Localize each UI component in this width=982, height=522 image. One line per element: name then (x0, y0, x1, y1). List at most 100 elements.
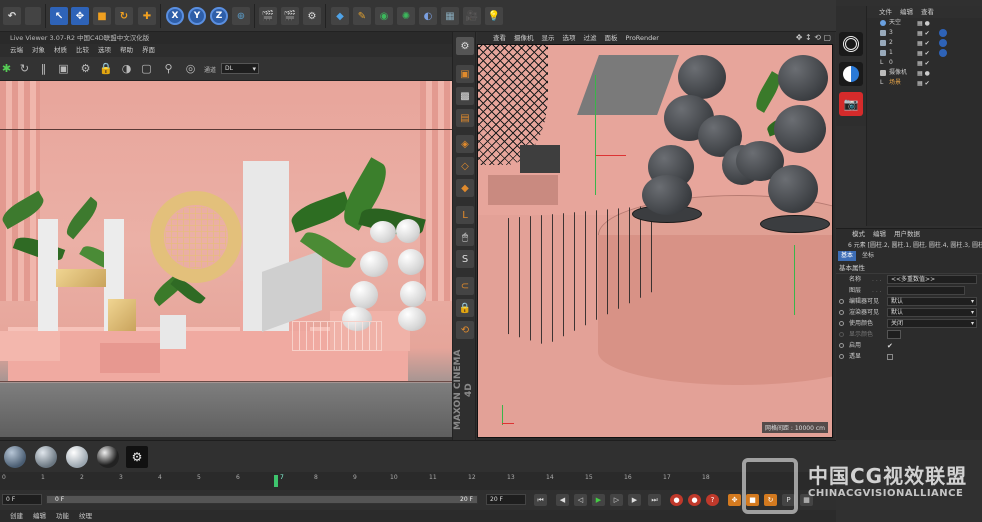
material-tag-icon[interactable] (939, 39, 947, 47)
om-menu-view[interactable]: 查看 (921, 6, 934, 18)
material-settings-icon[interactable]: ⚙ (126, 446, 148, 468)
key-position-icon[interactable]: ✥ (728, 494, 741, 506)
last-tool-icon[interactable]: ✚ (138, 7, 156, 25)
redo-icon[interactable] (25, 7, 41, 25)
render-settings-icon[interactable]: ⚙ (303, 7, 321, 25)
am-menu-userdata[interactable]: 用户数据 (894, 229, 920, 240)
tab-basic[interactable]: 基本 (838, 251, 857, 261)
lv-menu-object[interactable]: 对象 (32, 44, 45, 57)
cube-icon[interactable]: ◆ (331, 7, 349, 25)
mm-menu-edit[interactable]: 编辑 (33, 510, 46, 522)
focus-icon[interactable]: ◎ (184, 62, 197, 75)
timeline-ruler[interactable]: 0 1 2 3 4 5 6 7 8 9 10 11 12 13 14 15 16… (0, 472, 836, 490)
camera-icon[interactable]: 🎥 (463, 7, 481, 25)
live-viewer-render[interactable] (0, 81, 452, 437)
tab-coordinates[interactable]: 坐标 (859, 251, 877, 261)
lv-menu-options[interactable]: 选项 (98, 44, 111, 57)
material-tag-icon[interactable] (939, 29, 947, 37)
target-icon[interactable] (839, 32, 863, 56)
render-view-icon[interactable]: 🎬 (259, 7, 277, 25)
make-editable-icon[interactable]: ⚙ (456, 37, 474, 55)
vp-menu-display[interactable]: 显示 (542, 32, 555, 44)
material-ball[interactable] (66, 446, 88, 468)
lv-menu-interface[interactable]: 界面 (142, 44, 155, 57)
play-icon[interactable]: ▶ (592, 494, 605, 506)
material-sphere-icon[interactable]: ◑ (120, 62, 133, 75)
object-row[interactable]: L 0 ▦ ✔ (867, 58, 982, 68)
xray-checkbox[interactable] (887, 354, 893, 360)
am-menu-edit[interactable]: 编辑 (873, 229, 886, 240)
prev-key-icon[interactable]: ◀ (556, 494, 569, 506)
workplane-lock-icon[interactable]: 🔒 (456, 299, 474, 317)
object-row[interactable]: 摄像机 ▦ ● (867, 68, 982, 78)
point-mode-icon[interactable]: ◈ (456, 135, 474, 153)
display-color-swatch[interactable] (887, 330, 901, 339)
keyframe-selection-icon[interactable]: ? (706, 494, 719, 506)
material-ball[interactable] (97, 446, 119, 468)
name-field[interactable]: <<多重数值>> (887, 275, 977, 284)
object-row[interactable]: 天空 ▦ ● (867, 18, 982, 28)
viewport-scene[interactable]: 网格间距 : 10000 cm (477, 44, 833, 438)
pen-icon[interactable]: ✎ (353, 7, 371, 25)
am-menu-mode[interactable]: 模式 (852, 229, 865, 240)
settings-gear-icon[interactable]: ⚙ (79, 62, 92, 75)
deformer-icon[interactable]: ◐ (419, 7, 437, 25)
model-mode-icon[interactable]: ▣ (456, 65, 474, 83)
preview-range-slider[interactable]: 0 F 20 F (46, 495, 478, 504)
axis-x-icon[interactable]: X (166, 7, 184, 25)
floor-icon[interactable]: ▦ (441, 7, 459, 25)
vp-menu-panel[interactable]: 面板 (605, 32, 618, 44)
render-visible-select[interactable]: 默认 (887, 308, 977, 317)
record-icon[interactable]: ● (670, 494, 683, 506)
material-ball[interactable] (35, 446, 57, 468)
render-picture-icon[interactable]: 🎬 (281, 7, 299, 25)
vp-menu-prorender[interactable]: ProRender (626, 32, 659, 44)
undo-icon[interactable]: ↶ (3, 7, 21, 25)
object-row[interactable]: 1 ▦ ✔ (867, 48, 982, 58)
scale-icon[interactable]: ■ (93, 7, 111, 25)
subdivision-icon[interactable]: ◉ (375, 7, 393, 25)
go-to-end-icon[interactable]: ⏭ (648, 494, 661, 506)
object-row-selected[interactable]: L 场景 ▦ ✔ (867, 78, 982, 88)
camera-render-icon[interactable]: 📷 (839, 92, 863, 116)
prev-frame-icon[interactable]: ◁ (574, 494, 587, 506)
timeline-playhead[interactable] (274, 475, 278, 487)
locked-workplane-icon[interactable]: ⟲ (456, 321, 474, 339)
mm-menu-function[interactable]: 功能 (56, 510, 69, 522)
go-to-start-icon[interactable]: ⏮ (534, 494, 547, 506)
vp-menu-camera[interactable]: 摄像机 (514, 32, 534, 44)
cloner-icon[interactable]: ✺ (397, 7, 415, 25)
lv-menu-help[interactable]: 帮助 (120, 44, 133, 57)
refresh-icon[interactable]: ↻ (18, 62, 31, 75)
coordinate-icon[interactable]: ⊕ (232, 7, 250, 25)
rotate-icon[interactable]: ↻ (115, 7, 133, 25)
light-icon[interactable]: 💡 (485, 7, 503, 25)
pause-icon[interactable]: ‖ (37, 62, 50, 75)
workplane-icon[interactable]: ▤ (456, 109, 474, 127)
lock-icon[interactable]: 🔒 (99, 62, 113, 75)
mm-menu-create[interactable]: 创建 (10, 510, 23, 522)
contrast-icon[interactable] (839, 62, 863, 86)
om-menu-edit[interactable]: 编辑 (900, 6, 913, 18)
lv-menu-compare[interactable]: 比较 (76, 44, 89, 57)
snap-s-icon[interactable]: S (456, 250, 474, 268)
axis-z-icon[interactable]: Z (210, 7, 228, 25)
end-frame-field[interactable]: 20 F (486, 494, 526, 505)
editor-visible-select[interactable]: 默认 (887, 297, 977, 306)
axis-y-icon[interactable]: Y (188, 7, 206, 25)
region-icon[interactable]: ▣ (57, 62, 70, 75)
cursor-icon[interactable]: ↖ (50, 7, 68, 25)
object-row[interactable]: 3 ▦ ✔ (867, 28, 982, 38)
crop-icon[interactable]: ▢ (140, 62, 153, 75)
edge-mode-icon[interactable]: ◇ (456, 157, 474, 175)
autokey-icon[interactable]: ● (688, 494, 701, 506)
layer-field[interactable] (887, 286, 965, 295)
vp-menu-filter[interactable]: 过滤 (584, 32, 597, 44)
mode-select[interactable]: DL (221, 63, 259, 74)
next-key-icon[interactable]: ▶ (628, 494, 641, 506)
mm-menu-texture[interactable]: 纹理 (79, 510, 92, 522)
pin-icon[interactable]: ⚲ (162, 62, 175, 75)
move-icon[interactable]: ✥ (71, 7, 89, 25)
texture-mode-icon[interactable]: ▩ (456, 87, 474, 105)
vp-menu-options[interactable]: 选项 (563, 32, 576, 44)
